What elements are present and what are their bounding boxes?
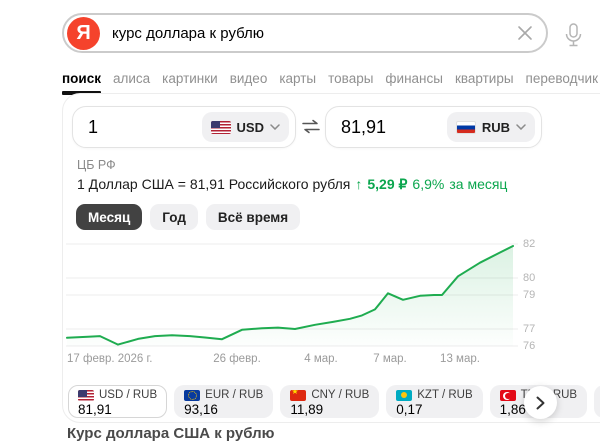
- us-flag-icon: [78, 390, 94, 401]
- cn-flag-icon: [290, 390, 306, 401]
- converter-from-box[interactable]: USD: [72, 106, 296, 148]
- rate-source-label: ЦБ РФ: [77, 158, 116, 172]
- y-axis-tick: 77: [523, 323, 535, 335]
- currency-to-code: RUB: [482, 120, 510, 135]
- chip-cny-rub[interactable]: CNY / RUB 11,89: [280, 385, 379, 418]
- x-axis-tick: 4 мар.: [304, 353, 337, 365]
- x-axis-tick: 7 мар.: [373, 353, 406, 365]
- usd-rub-chart-svg: [63, 231, 523, 351]
- eu-flag-icon: [184, 390, 200, 401]
- change-percent: 6,9%: [412, 176, 444, 192]
- chip-usd-rub[interactable]: USD / RUB 81,91: [68, 385, 167, 418]
- search-tabs: поиск алиса картинки видео карты товары …: [62, 71, 600, 95]
- chip-eur-rub[interactable]: EUR / RUB 93,16: [174, 385, 273, 418]
- ru-flag-icon: [456, 121, 476, 134]
- period-month-button[interactable]: Месяц: [76, 204, 142, 230]
- tab-finansy[interactable]: финансы: [385, 71, 443, 95]
- change-delta: 5,29 ₽: [367, 176, 407, 193]
- x-axis-tick: 26 февр.: [213, 353, 261, 365]
- scroll-pairs-right-button[interactable]: [524, 386, 557, 419]
- y-axis-tick: 80: [523, 272, 535, 284]
- change-period: за месяц: [449, 176, 507, 192]
- us-flag-icon: [211, 121, 231, 134]
- amount-from-input[interactable]: [88, 117, 202, 138]
- tab-video[interactable]: видео: [230, 71, 268, 95]
- currency-to-selector[interactable]: RUB: [447, 112, 535, 142]
- currency-from-selector[interactable]: USD: [202, 112, 289, 142]
- swap-currencies-icon[interactable]: [302, 119, 320, 134]
- period-switcher: Месяц Год Всё время: [76, 204, 300, 230]
- kz-flag-icon: [396, 390, 412, 401]
- chip-kzt-rub[interactable]: KZT / RUB 0,17: [386, 385, 482, 418]
- tab-karty[interactable]: карты: [279, 71, 316, 95]
- chip-aed-rub[interactable]: AED / RUB 22,30: [594, 385, 600, 418]
- close-icon[interactable]: [514, 22, 536, 44]
- chevron-right-icon: [536, 396, 545, 410]
- tr-flag-icon: [500, 390, 516, 401]
- period-year-button[interactable]: Год: [150, 204, 198, 230]
- microphone-icon[interactable]: [563, 22, 584, 49]
- search-input[interactable]: [112, 25, 514, 42]
- search-bar[interactable]: Я: [62, 13, 548, 53]
- period-all-button[interactable]: Всё время: [206, 204, 300, 230]
- chart-series: [67, 246, 513, 346]
- tab-kartinki[interactable]: картинки: [162, 71, 218, 95]
- usd-rub-chart: 82 80 79 77 76 17 февр. 2026 г. 26 февр. 4 мар…: [63, 231, 600, 373]
- currency-pair-chips: USD / RUB 81,91 EUR / RUB 93,16 CNY / RU…: [68, 385, 600, 418]
- y-axis-tick: 79: [523, 289, 535, 301]
- tab-tovary[interactable]: товары: [328, 71, 373, 95]
- y-axis-tick: 76: [523, 340, 535, 352]
- converter-to-box[interactable]: RUB: [325, 106, 542, 148]
- tab-alisa[interactable]: алиса: [113, 71, 150, 95]
- chevron-down-icon: [516, 124, 526, 130]
- rate-text: 1 Доллар США = 81,91 Российского рубля: [77, 176, 350, 192]
- amount-to-input[interactable]: [341, 117, 447, 138]
- tab-perevodchik[interactable]: переводчик: [526, 71, 598, 95]
- yandex-logo[interactable]: Я: [67, 17, 100, 50]
- chevron-down-icon: [270, 124, 280, 130]
- tab-kvartiry[interactable]: квартиры: [455, 71, 514, 95]
- currency-from-code: USD: [237, 120, 264, 135]
- x-axis-tick: 17 февр. 2026 г.: [67, 353, 153, 365]
- currency-widget-card: USD RUB ЦБ РФ 1 Доллар США = 81,91 Росси…: [62, 93, 600, 423]
- x-axis-tick: 13 мар.: [440, 353, 480, 365]
- rate-summary: 1 Доллар США = 81,91 Российского рубля ↑…: [77, 176, 507, 193]
- tab-poisk[interactable]: поиск: [62, 71, 101, 95]
- change-arrow-icon: ↑: [355, 176, 362, 192]
- next-result-title-clipped[interactable]: Курс доллара США к рублю: [67, 425, 274, 442]
- y-axis-tick: 82: [523, 238, 535, 250]
